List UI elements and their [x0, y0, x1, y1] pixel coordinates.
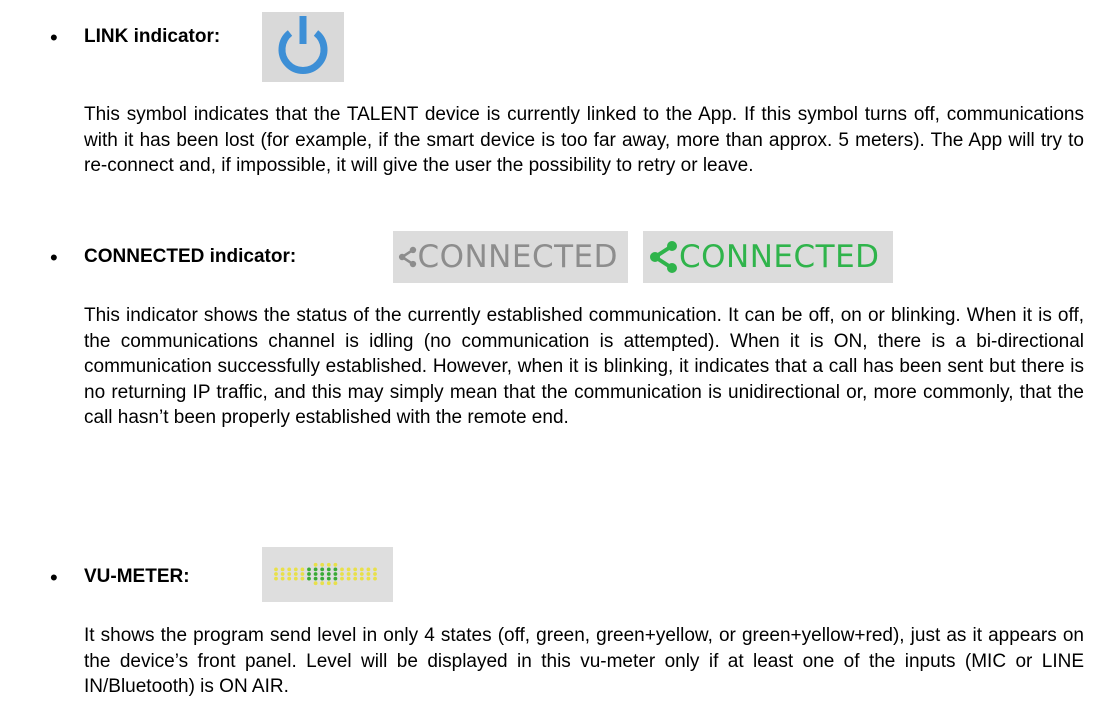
- vu-meter-dot: [353, 572, 358, 576]
- vu-meter-dot: [293, 567, 298, 572]
- share-icon: [650, 241, 677, 273]
- bullet: •: [50, 565, 58, 590]
- vu-meter-dot: [366, 576, 371, 581]
- link-indicator-description: This symbol indicates that the TALENT de…: [84, 104, 1084, 176]
- connected-indicator-on: CONNECTED: [643, 231, 893, 283]
- vu-meter-dot: [366, 572, 371, 576]
- vu-meter-dot: [320, 572, 325, 576]
- vu-meter-dot: [340, 572, 344, 576]
- vu-meter-dot: [353, 576, 358, 581]
- vu-meter-dot: [293, 572, 298, 576]
- share-icon: [398, 246, 417, 268]
- link-indicator-title: LINK indicator:: [84, 26, 221, 47]
- vu-meter-dot: [373, 576, 377, 581]
- connected-indicator-off: CONNECTED: [393, 231, 628, 283]
- vu-meter-dot: [366, 567, 371, 572]
- vu-meter-dot: [287, 572, 292, 576]
- vu-meter-dot: [320, 562, 325, 567]
- vu-meter-dot: [346, 576, 351, 581]
- vu-meter-dot: [359, 576, 364, 581]
- vu-meter-dot: [326, 572, 331, 576]
- vu-meter-dot: [346, 567, 351, 572]
- vu-meter-dot: [280, 576, 285, 581]
- vu-meter-icon: [262, 547, 393, 602]
- vu-meter-dot: [326, 562, 331, 567]
- vu-meter-dot: [280, 572, 285, 576]
- vu-meter-dot: [320, 567, 325, 572]
- vu-meter-dot: [300, 572, 305, 576]
- vu-meter-description: It shows the program send level in only …: [84, 625, 1084, 697]
- vu-meter-title: VU-METER:: [84, 566, 190, 587]
- vu-meter-dot: [373, 572, 377, 576]
- connected-indicator-description: This indicator shows the status of the c…: [84, 305, 1084, 428]
- vu-meter-dot: [307, 576, 311, 581]
- vu-meter-dot: [313, 562, 318, 567]
- vu-meter-dot: [333, 572, 338, 576]
- connected-label-off: CONNECTED: [417, 239, 618, 275]
- connected-indicator-title: CONNECTED indicator:: [84, 246, 297, 267]
- vu-meter-dot: [313, 572, 318, 576]
- bullet: •: [50, 25, 58, 50]
- connected-label-on: CONNECTED: [679, 239, 880, 275]
- vu-meter-dot: [340, 576, 344, 581]
- vu-meter-dot: [333, 581, 338, 586]
- vu-meter-dot: [333, 567, 338, 572]
- vu-meter-dot: [340, 567, 344, 572]
- vu-meter-dot: [313, 576, 318, 581]
- vu-meter-dot: [333, 576, 338, 581]
- vu-meter-dot: [346, 572, 351, 576]
- vu-meter-dot: [326, 581, 331, 586]
- vu-meter-dot: [359, 572, 364, 576]
- vu-meter-dot: [320, 576, 325, 581]
- vu-meter-dot: [287, 567, 292, 572]
- vu-meter-dot: [313, 567, 318, 572]
- vu-meter-dot: [293, 576, 298, 581]
- vu-meter-dot: [307, 567, 311, 572]
- vu-meter-dot: [333, 562, 338, 567]
- vu-meter-dot: [287, 576, 292, 581]
- vu-meter-dot: [300, 567, 305, 572]
- vu-meter-dot: [326, 576, 331, 581]
- power-icon: [262, 12, 344, 82]
- vu-meter-dot: [300, 576, 305, 581]
- vu-meter-dot: [326, 567, 331, 572]
- vu-meter-dot: [280, 567, 285, 572]
- vu-meter-dot: [313, 581, 318, 586]
- bullet: •: [50, 245, 58, 270]
- vu-meter-dot: [274, 567, 278, 572]
- vu-meter-dot: [373, 567, 377, 572]
- vu-meter-dot: [359, 567, 364, 572]
- vu-meter-dot: [353, 567, 358, 572]
- vu-meter-dot: [274, 576, 278, 581]
- vu-meter-dot: [307, 572, 311, 576]
- vu-meter-dot: [274, 572, 278, 576]
- vu-meter-dot: [320, 581, 325, 586]
